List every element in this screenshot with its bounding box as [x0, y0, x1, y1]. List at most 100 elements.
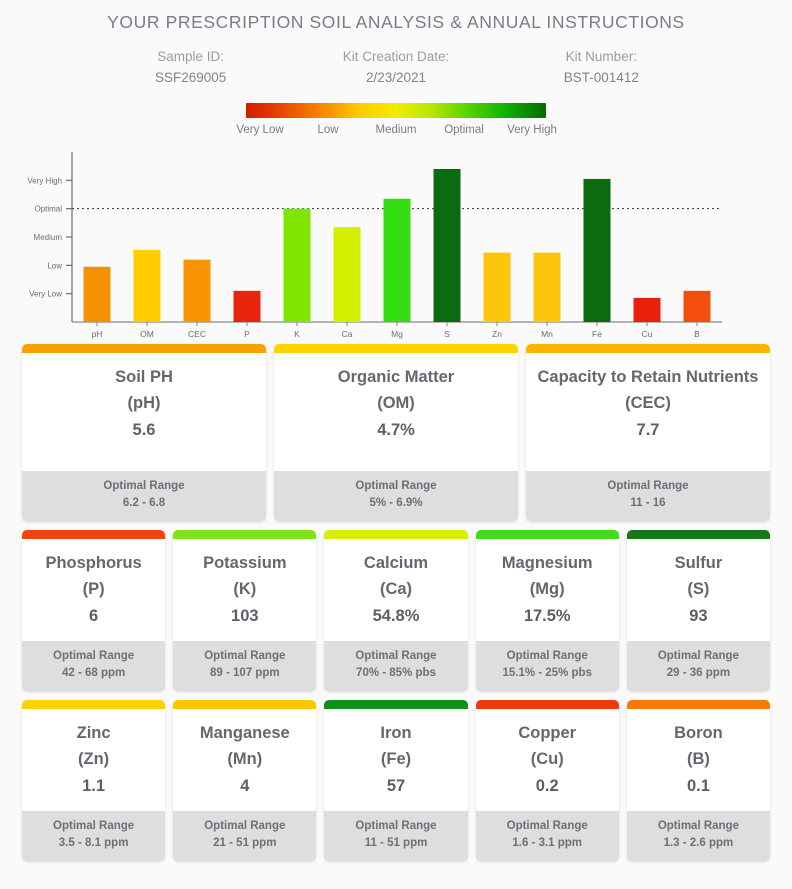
card-nutrient-symbol: (Mn) — [227, 750, 263, 768]
nutrient-card-cec[interactable]: Capacity to Retain Nutrients (CEC) 7.7 Opti… — [526, 344, 770, 521]
nutrient-card-zn[interactable]: Zinc (Zn) 1.1 Optimal Range 3.5 - 8.1 ppm — [22, 700, 166, 861]
kit-number-value: BST-001412 — [563, 70, 639, 85]
optimal-range-label: Optimal Range — [506, 650, 588, 662]
card-accent-bar — [173, 700, 317, 709]
card-nutrient-name: Sulfur — [674, 554, 723, 572]
card-nutrient-name: Capacity to Retain Nutrients — [537, 368, 759, 386]
optimal-range-label: Optimal Range — [506, 820, 588, 832]
sample-id-label: Sample ID: — [157, 49, 225, 64]
x-axis-tick-label: pH — [92, 329, 103, 339]
optimal-range-label: Optimal Range — [355, 650, 437, 662]
x-axis-tick-label: P — [244, 329, 250, 339]
optimal-range-value: 15.1% - 25% pbs — [502, 667, 592, 679]
optimal-range-label: Optimal Range — [355, 480, 437, 492]
card-nutrient-name: Iron — [380, 724, 412, 742]
card-footer: Optimal Range 1.6 - 3.1 ppm — [475, 811, 619, 861]
chart-bar — [533, 252, 561, 322]
kit-number-label: Kit Number: — [565, 49, 637, 64]
card-accent-bar — [626, 700, 771, 709]
y-axis-tick-label: Optimal — [34, 205, 62, 214]
card-accent-bar — [475, 530, 619, 539]
optimal-range-value: 5% - 6.9% — [369, 497, 423, 509]
card-body: Phosphorus (P) 6 — [22, 539, 166, 641]
nutrient-card-fe[interactable]: Iron (Fe) 57 Optimal Range 11 - 51 ppm — [324, 700, 468, 861]
card-footer: Optimal Range 89 - 107 ppm — [173, 641, 317, 691]
card-body: Potassium (K) 103 — [173, 539, 317, 641]
card-nutrient-name: Copper — [518, 724, 577, 742]
card-footer: Optimal Range 11 - 51 ppm — [324, 811, 468, 861]
report-header: YOUR PRESCRIPTION SOIL ANALYSIS & ANNUAL… — [0, 0, 792, 89]
card-measured-value: 4 — [240, 777, 250, 795]
card-nutrient-symbol: (pH) — [127, 394, 161, 412]
card-footer: Optimal Range 15.1% - 25% pbs — [475, 641, 619, 691]
card-nutrient-symbol: (S) — [687, 580, 710, 598]
card-nutrient-symbol: (B) — [686, 750, 710, 768]
card-measured-value: 0.2 — [535, 777, 559, 795]
optimal-range-value: 70% - 85% pbs — [356, 667, 436, 679]
card-footer: Optimal Range 3.5 - 8.1 ppm — [22, 811, 166, 861]
x-axis-tick-label: Zn — [492, 329, 502, 339]
card-body: Magnesium (Mg) 17.5% — [475, 539, 619, 641]
x-axis-tick-label: Mn — [541, 329, 553, 339]
card-nutrient-name: Calcium — [363, 554, 429, 572]
card-body: Calcium (Ca) 54.8% — [324, 539, 468, 641]
optimal-range-label: Optimal Range — [204, 820, 286, 832]
card-nutrient-symbol: (OM) — [377, 394, 415, 412]
card-measured-value: 57 — [386, 777, 406, 795]
optimal-range-value: 1.3 - 2.6 ppm — [663, 837, 734, 849]
rating-legend: Very Low Low Medium Optimal Very High — [236, 103, 557, 136]
card-accent-bar — [324, 700, 468, 709]
card-nutrient-symbol: (Mg) — [529, 580, 565, 598]
nutrient-card-b[interactable]: Boron (B) 0.1 Optimal Range 1.3 - 2.6 ppm — [626, 700, 771, 861]
card-footer: Optimal Range 5% - 6.9% — [274, 471, 518, 521]
optimal-range-value: 1.6 - 3.1 ppm — [512, 837, 583, 849]
optimal-range-label: Optimal Range — [657, 820, 739, 832]
optimal-range-label: Optimal Range — [355, 820, 437, 832]
chart-bar — [583, 178, 611, 322]
meta-sample-id: Sample ID: SSF269005 — [88, 47, 293, 89]
report-meta-row: Sample ID: SSF269005 Kit Creation Date: … — [0, 33, 792, 89]
card-accent-bar — [274, 344, 518, 353]
nutrient-card-mn[interactable]: Manganese (Mn) 4 Optimal Range 21 - 51 ppm — [173, 700, 317, 861]
x-axis-tick-label: B — [694, 329, 700, 339]
y-axis-tick-label: Very Low — [29, 290, 62, 299]
y-axis-tick-label: Very High — [27, 176, 62, 185]
card-row-macro: Phosphorus (P) 6 Optimal Range 42 - 68 ppm Po… — [22, 530, 771, 691]
chart-bar — [133, 249, 161, 322]
chart-bar — [233, 290, 261, 322]
card-footer: Optimal Range 42 - 68 ppm — [22, 641, 166, 691]
card-body: Zinc (Zn) 1.1 — [22, 709, 166, 811]
nutrient-card-cu[interactable]: Copper (Cu) 0.2 Optimal Range 1.6 - 3.1 ppm — [475, 700, 619, 861]
card-row-major: Soil PH (pH) 5.6 Optimal Range 6.2 - 6.8 Orga… — [22, 344, 770, 521]
nutrient-card-p[interactable]: Phosphorus (P) 6 Optimal Range 42 - 68 ppm — [22, 530, 166, 691]
card-nutrient-name: Phosphorus — [45, 554, 142, 572]
card-nutrient-name: Potassium — [203, 554, 287, 572]
x-axis-tick-label: S — [444, 329, 450, 339]
nutrient-card-k[interactable]: Potassium (K) 103 Optimal Range 89 - 107 ppm — [173, 530, 317, 691]
chart-bar — [283, 208, 311, 322]
optimal-range-value: 42 - 68 ppm — [61, 667, 126, 679]
nutrient-card-mg[interactable]: Magnesium (Mg) 17.5% Optimal Range 15.1% - 2… — [475, 530, 619, 691]
nutrient-card-ph[interactable]: Soil PH (pH) 5.6 Optimal Range 6.2 - 6.8 — [22, 344, 266, 521]
card-measured-value: 1.1 — [82, 777, 106, 795]
card-body: Organic Matter (OM) 4.7% — [274, 353, 518, 471]
x-axis-tick-label: Mg — [391, 329, 403, 339]
card-nutrient-name: Soil PH — [115, 368, 173, 386]
x-axis-tick-label: K — [294, 329, 300, 339]
kit-date-value: 2/23/2021 — [365, 70, 427, 85]
nutrient-card-ca[interactable]: Calcium (Ca) 54.8% Optimal Range 70% - 85% p… — [324, 530, 468, 691]
card-body: Copper (Cu) 0.2 — [475, 709, 619, 811]
nutrient-card-om[interactable]: Organic Matter (OM) 4.7% Optimal Range 5% - … — [274, 344, 518, 521]
nutrient-card-s[interactable]: Sulfur (S) 93 Optimal Range 29 - 36 ppm — [626, 530, 771, 691]
x-axis-tick-label: CEC — [188, 329, 206, 339]
card-body: Iron (Fe) 57 — [324, 709, 468, 811]
card-nutrient-symbol: (Zn) — [78, 750, 110, 768]
optimal-range-value: 6.2 - 6.8 — [122, 497, 166, 509]
chart-bar — [333, 227, 361, 322]
soil-nutrient-bar-chart: Very High Optimal Medium Low Very Low pH OM CEC… — [0, 144, 792, 344]
optimal-range-label: Optimal Range — [53, 650, 135, 662]
card-nutrient-name: Boron — [674, 724, 723, 742]
card-accent-bar — [475, 700, 619, 709]
optimal-range-value: 3.5 - 8.1 ppm — [58, 837, 129, 849]
card-nutrient-symbol: (P) — [82, 580, 105, 598]
